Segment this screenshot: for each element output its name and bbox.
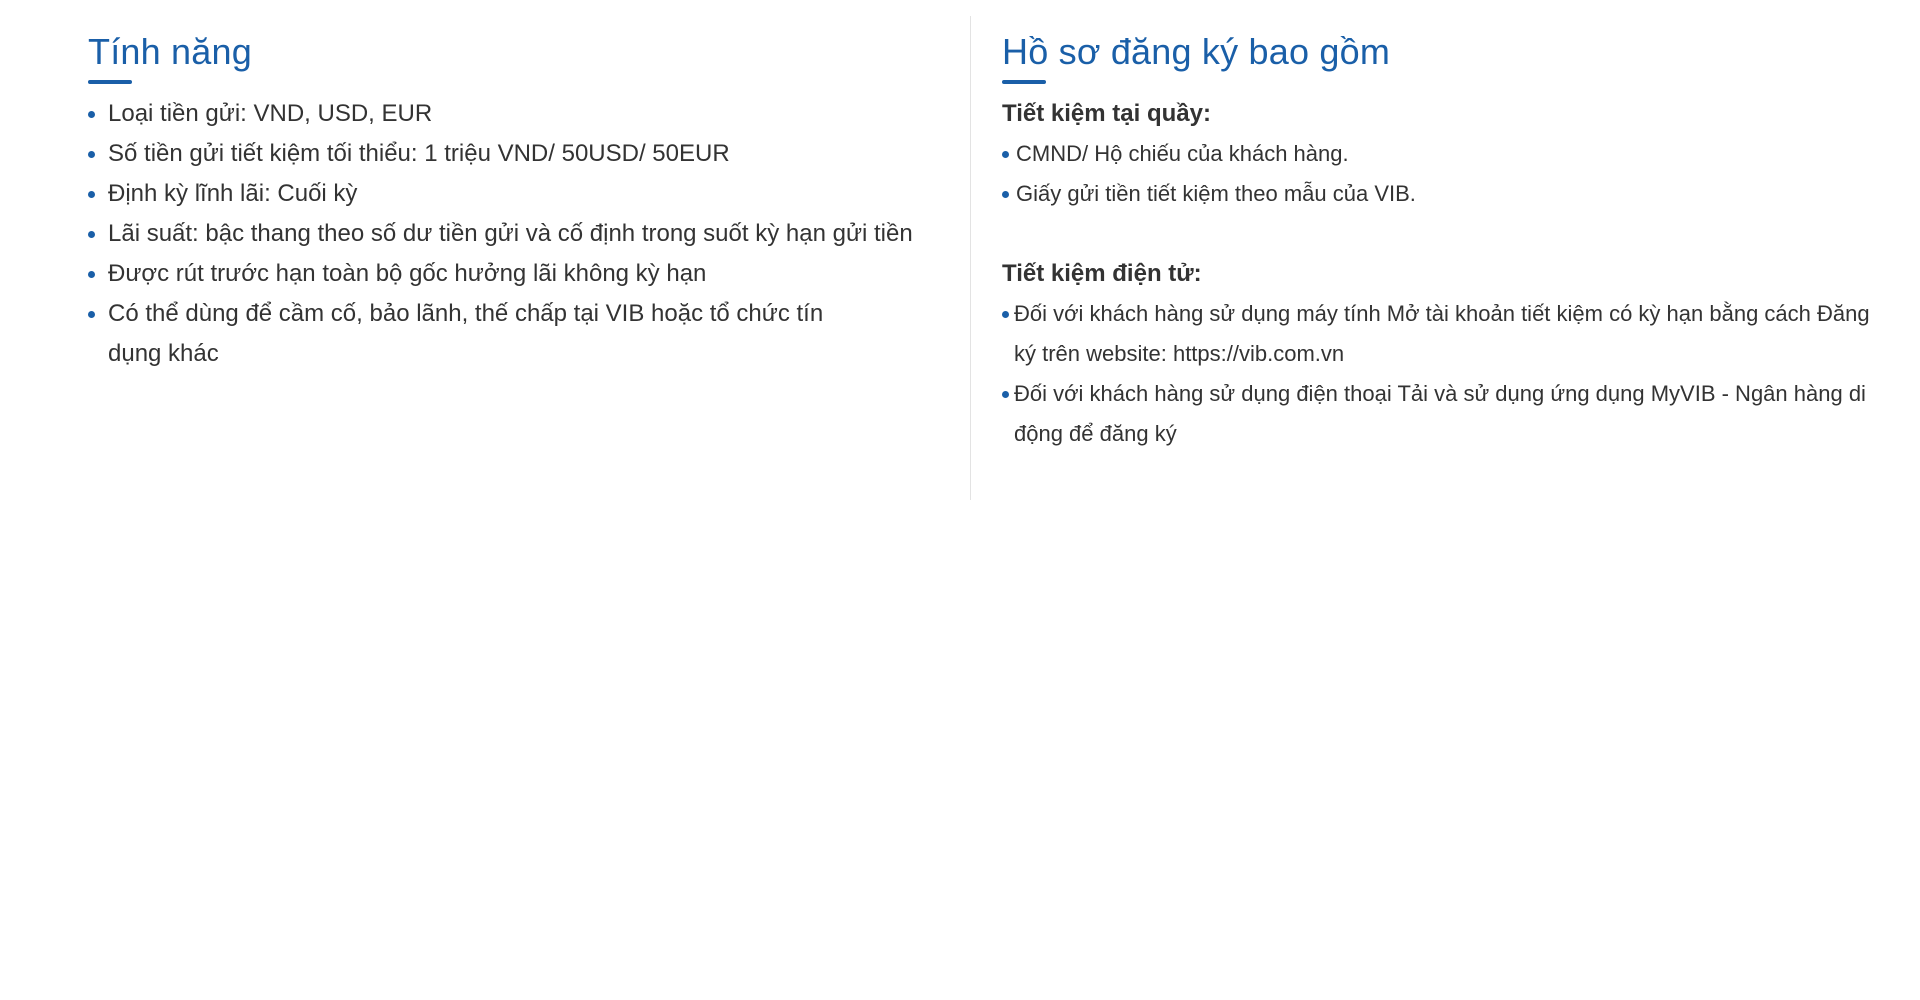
features-section: Tính năng Loại tiền gửi: VND, USD, EUR S… (88, 16, 968, 374)
bullet-icon (88, 231, 95, 238)
bullet-icon (1002, 311, 1009, 318)
bullet-icon (88, 271, 95, 278)
bullet-icon (1002, 151, 1009, 158)
document-item: Giấy gửi tiền tiết kiệm theo mẫu của VIB… (1002, 174, 1882, 214)
bullet-icon (88, 151, 95, 158)
document-item: CMND/ Hộ chiếu của khách hàng. (1002, 134, 1882, 174)
bullet-icon (88, 191, 95, 198)
documents-section: Hồ sơ đăng ký bao gồm Tiết kiệm tại quầy… (1002, 16, 1882, 454)
features-title-underline (88, 80, 132, 84)
bullet-icon (88, 111, 95, 118)
feature-item: Định kỳ lĩnh lãi: Cuối kỳ (88, 174, 968, 214)
column-divider (970, 16, 971, 500)
bullet-icon (88, 311, 95, 318)
counter-savings-heading: Tiết kiệm tại quầy: (1002, 100, 1211, 127)
feature-item: Số tiền gửi tiết kiệm tối thiểu: 1 triệu… (88, 134, 968, 174)
page: Tính năng Loại tiền gửi: VND, USD, EUR S… (0, 0, 1920, 1000)
document-item: Đối với khách hàng sử dụng điện thoại Tả… (1002, 374, 1882, 454)
bullet-icon (1002, 191, 1009, 198)
documents-title-underline (1002, 80, 1046, 84)
counter-documents-list: CMND/ Hộ chiếu của khách hàng. Giấy gửi … (1002, 134, 1882, 214)
feature-item: Được rút trước hạn toàn bộ gốc hưởng lãi… (88, 254, 968, 294)
feature-item: Có thể dùng để cầm cố, bảo lãnh, thế chấ… (88, 294, 878, 374)
documents-title: Hồ sơ đăng ký bao gồm (1002, 31, 1391, 72)
feature-item: Loại tiền gửi: VND, USD, EUR (88, 94, 968, 134)
features-title: Tính năng (88, 31, 252, 72)
features-list: Loại tiền gửi: VND, USD, EUR Số tiền gửi… (88, 94, 968, 374)
online-documents-list: Đối với khách hàng sử dụng máy tính Mở t… (1002, 294, 1882, 454)
feature-item: Lãi suất: bậc thang theo số dư tiền gửi … (88, 214, 968, 254)
online-savings-heading: Tiết kiệm điện tử: (1002, 260, 1202, 287)
bullet-icon (1002, 391, 1009, 398)
document-item: Đối với khách hàng sử dụng máy tính Mở t… (1002, 294, 1882, 374)
